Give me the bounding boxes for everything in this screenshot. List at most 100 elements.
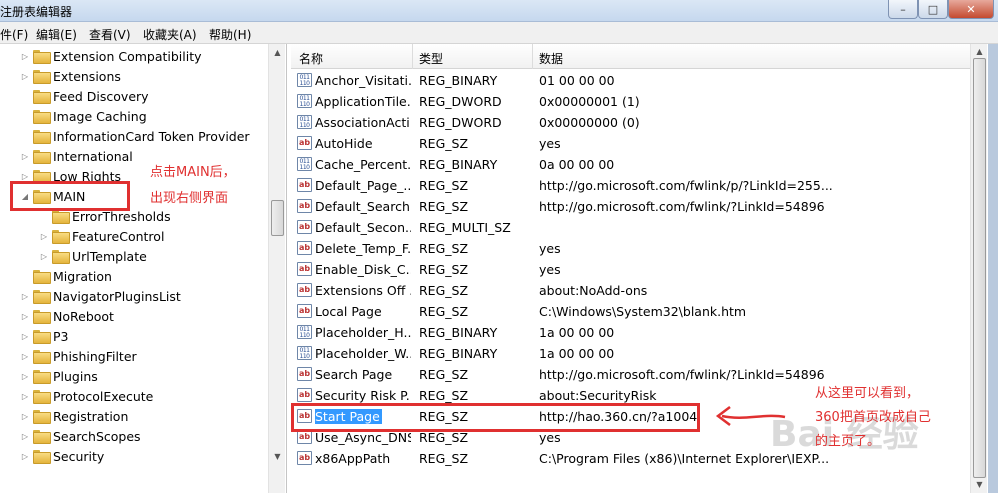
value-type: REG_DWORD	[419, 115, 502, 130]
expand-arrow-icon[interactable]: ▷	[39, 252, 49, 261]
column-header-type[interactable]: 类型	[419, 50, 443, 67]
column-header-data[interactable]: 数据	[539, 50, 563, 67]
tree-item[interactable]: ▷ P3	[20, 326, 69, 346]
binary-value-icon: 011 110	[297, 94, 312, 108]
value-row[interactable]: 011 110 Anchor_Visitati... REG_BINARY 01 00 …	[291, 70, 971, 91]
string-value-icon: ab	[297, 451, 312, 465]
folder-icon	[33, 310, 51, 324]
value-type: REG_MULTI_SZ	[419, 220, 511, 235]
value-row[interactable]: 011 110 Placeholder_H... REG_BINARY 1a 00 00…	[291, 322, 971, 343]
folder-icon	[33, 70, 51, 84]
close-button[interactable]: ✕	[948, 0, 994, 19]
tree-item[interactable]: ▷ Registration	[20, 406, 128, 426]
expand-arrow-icon[interactable]: ▷	[20, 452, 30, 461]
tree-item-label: Extension Compatibility	[53, 48, 202, 64]
value-name: AssociationActi...	[315, 115, 411, 130]
menu-favorites[interactable]: 收藏夹(A)	[143, 26, 197, 43]
expand-arrow-icon[interactable]: ▷	[20, 352, 30, 361]
value-row[interactable]: ab Local Page REG_SZ C:\Windows\System32\bl…	[291, 301, 971, 322]
folder-icon	[52, 210, 70, 224]
tree-item[interactable]: InformationCard Token Provider	[20, 126, 250, 146]
values-scrollbar[interactable]: ▲ ▼	[970, 44, 987, 493]
window-controls: – □ ✕	[888, 0, 994, 20]
value-name: Placeholder_H...	[315, 325, 411, 340]
tree-item[interactable]: ▷ International	[20, 146, 133, 166]
value-type: REG_SZ	[419, 199, 469, 214]
value-row[interactable]: 011110AssociationActi... REG_DWORD 0x00000…	[291, 112, 971, 133]
string-value-icon: ab	[297, 262, 312, 276]
tree-item[interactable]: ▷ Extensions	[20, 66, 121, 86]
minimize-button[interactable]: –	[888, 0, 918, 19]
tree-item[interactable]: ▷ NavigatorPluginsList	[20, 286, 181, 306]
expand-arrow-icon[interactable]: ▷	[20, 432, 30, 441]
scroll-down-icon[interactable]: ▼	[973, 478, 986, 492]
expand-arrow-icon[interactable]: ▷	[20, 392, 30, 401]
expand-arrow-icon[interactable]: ▷	[20, 72, 30, 81]
value-row[interactable]: abDefault_Search... REG_SZ http://go.micro…	[291, 196, 971, 217]
tree-item[interactable]: Feed Discovery	[20, 86, 149, 106]
expand-arrow-icon[interactable]: ▷	[20, 312, 30, 321]
menu-help[interactable]: 帮助(H)	[209, 26, 251, 43]
tree-scrollbar[interactable]: ▲ ▼	[268, 44, 285, 493]
expand-arrow-icon[interactable]: ▷	[20, 332, 30, 341]
scroll-down-icon[interactable]: ▼	[271, 450, 284, 464]
tree-item[interactable]: ▷ Security	[20, 446, 104, 466]
expand-arrow-icon[interactable]: ▷	[39, 232, 49, 241]
value-row[interactable]: ab Default_Page_... REG_SZ http://go.micros…	[291, 175, 971, 196]
expand-arrow-icon[interactable]: ▷	[20, 412, 30, 421]
value-type: REG_BINARY	[419, 325, 498, 340]
values-scroll-thumb[interactable]	[973, 58, 986, 478]
string-value-icon: ab	[297, 304, 312, 318]
tree-item[interactable]: ▷ PhishingFilter	[20, 346, 137, 366]
tree-item[interactable]: ▷ FeatureControl	[39, 226, 164, 246]
tree-item-label: Image Caching	[53, 108, 147, 124]
tree-item[interactable]: Migration	[20, 266, 112, 286]
tree-scroll-thumb[interactable]	[271, 200, 284, 236]
expand-arrow-icon[interactable]: ▷	[20, 52, 30, 61]
expand-arrow-icon[interactable]: ▷	[20, 152, 30, 161]
value-name: Local Page	[315, 304, 382, 319]
expand-arrow-icon[interactable]: ▷	[20, 372, 30, 381]
maximize-button[interactable]: □	[918, 0, 948, 19]
tree-item[interactable]: ▷ NoReboot	[20, 306, 114, 326]
value-row[interactable]: ab Extensions Off ... REG_SZ about:NoAdd-on…	[291, 280, 971, 301]
column-divider[interactable]	[412, 44, 413, 69]
value-row[interactable]: ab Enable_Disk_C... REG_SZ yes	[291, 259, 971, 280]
scroll-up-icon[interactable]: ▲	[271, 46, 284, 60]
tree-item[interactable]: Image Caching	[20, 106, 147, 126]
folder-icon	[33, 50, 51, 64]
value-data: yes	[539, 262, 561, 277]
tree-item-label: International	[53, 148, 133, 164]
value-row[interactable]: 011 110 Cache_Percent... REG_BINARY 0a 00 00…	[291, 154, 971, 175]
title-bar: 注册表编辑器 – □ ✕	[0, 0, 998, 22]
value-data: 0a 00 00 00	[539, 157, 615, 172]
value-data: C:\Windows\System32\blank.htm	[539, 304, 747, 319]
expand-arrow-icon[interactable]: ▷	[20, 172, 30, 181]
column-header-name[interactable]: 名称	[299, 50, 323, 67]
tree-item[interactable]: ▷ ProtocolExecute	[20, 386, 153, 406]
menu-view[interactable]: 查看(V)	[89, 26, 131, 43]
tree-item[interactable]: ▷ SearchScopes	[20, 426, 141, 446]
menu-bar: 件(F) 编辑(E) 查看(V) 收藏夹(A) 帮助(H)	[0, 22, 998, 44]
value-row[interactable]: ab Delete_Temp_F... REG_SZ yes	[291, 238, 971, 259]
tree-item[interactable]: ▷ UrlTemplate	[39, 246, 147, 266]
value-row[interactable]: ab AutoHide REG_SZ yes	[291, 133, 971, 154]
string-value-icon: ab	[297, 430, 312, 444]
value-type: REG_SZ	[419, 367, 469, 382]
tree-item[interactable]: ▷ Extension Compatibility	[20, 46, 202, 66]
scroll-up-icon[interactable]: ▲	[973, 45, 986, 59]
value-row[interactable]: ab Default_Secon... REG_MULTI_SZ	[291, 217, 971, 238]
menu-file[interactable]: 件(F)	[0, 26, 28, 43]
value-row[interactable]: 011 110 Placeholder_W... REG_BINARY 1a 00 00…	[291, 343, 971, 364]
tree-item[interactable]: ▷ Plugins	[20, 366, 98, 386]
value-row[interactable]: ab Search Page REG_SZ http://go.microsoft.c…	[291, 364, 971, 385]
folder-icon	[52, 230, 70, 244]
value-data: 0x00000001 (1)	[539, 94, 640, 109]
value-row[interactable]: 011 110 ApplicationTile... REG_DWORD 0x00000…	[291, 91, 971, 112]
value-name: Delete_Temp_F...	[315, 241, 411, 256]
column-divider[interactable]	[532, 44, 533, 69]
menu-edit[interactable]: 编辑(E)	[36, 26, 77, 43]
expand-arrow-icon[interactable]: ▷	[20, 292, 30, 301]
tree-item-label: Extensions	[53, 68, 121, 84]
annotation-left-line1: 点击MAIN后，	[150, 165, 236, 180]
